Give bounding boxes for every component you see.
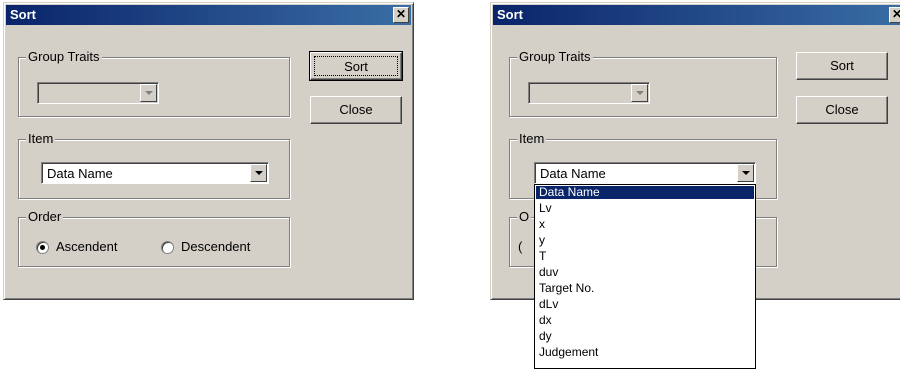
order-label: O bbox=[517, 209, 532, 225]
ascendent-radio[interactable] bbox=[36, 241, 49, 254]
item-groupbox: Item Data Name bbox=[18, 131, 290, 199]
title-bar[interactable]: Sort ✕ bbox=[6, 5, 411, 25]
group-traits-combo[interactable] bbox=[528, 82, 650, 104]
chevron-down-icon[interactable] bbox=[737, 164, 754, 182]
dropdown-option-target-no[interactable]: Target No. bbox=[536, 282, 754, 295]
item-label: Item bbox=[517, 131, 547, 147]
dropdown-option-dlv[interactable]: dLv bbox=[536, 298, 754, 311]
item-label: Item bbox=[26, 131, 56, 147]
dialog-title: Sort bbox=[497, 7, 523, 22]
descendent-radio[interactable] bbox=[161, 241, 174, 254]
sort-dialog: Sort ✕ Group Traits Item Data Name Order… bbox=[3, 2, 414, 300]
order-radio-partial[interactable]: ( bbox=[518, 239, 522, 254]
group-traits-label: Group Traits bbox=[26, 49, 102, 65]
chevron-down-icon[interactable] bbox=[631, 84, 648, 102]
dropdown-option-duv[interactable]: duv bbox=[536, 266, 754, 279]
group-traits-label: Group Traits bbox=[517, 49, 593, 65]
close-button[interactable]: Close bbox=[310, 96, 402, 124]
sort-button[interactable]: Sort bbox=[309, 51, 403, 81]
close-icon[interactable]: ✕ bbox=[393, 7, 409, 23]
order-label: Order bbox=[26, 209, 64, 225]
descendent-label[interactable]: Descendent bbox=[181, 239, 250, 254]
item-value: Data Name bbox=[47, 166, 113, 181]
order-groupbox: Order Ascendent Descendent bbox=[18, 209, 290, 267]
chevron-down-icon[interactable] bbox=[250, 164, 267, 182]
dropdown-option-x[interactable]: x bbox=[536, 218, 754, 231]
group-traits-groupbox: Group Traits bbox=[509, 49, 777, 117]
item-combo[interactable]: Data Name bbox=[41, 162, 269, 184]
dropdown-option-y[interactable]: y bbox=[536, 234, 754, 247]
sort-button[interactable]: Sort bbox=[796, 52, 888, 80]
dropdown-option-lv[interactable]: Lv bbox=[536, 202, 754, 215]
item-dropdown-list[interactable]: Data Name Lv x y T duv Target No. dLv dx… bbox=[534, 184, 756, 369]
title-bar[interactable]: Sort ✕ bbox=[493, 5, 900, 25]
dropdown-option-data-name[interactable]: Data Name bbox=[536, 186, 754, 199]
sort-button-label: Sort bbox=[314, 56, 398, 76]
dialog-title: Sort bbox=[10, 7, 36, 22]
dropdown-option-dx[interactable]: dx bbox=[536, 314, 754, 327]
dropdown-option-dy[interactable]: dy bbox=[536, 330, 754, 343]
close-icon[interactable]: ✕ bbox=[889, 7, 900, 23]
item-value: Data Name bbox=[540, 166, 606, 181]
dropdown-option-t[interactable]: T bbox=[536, 250, 754, 263]
dropdown-option-judgement[interactable]: Judgement bbox=[536, 346, 754, 359]
group-traits-combo[interactable] bbox=[37, 82, 159, 104]
ascendent-label[interactable]: Ascendent bbox=[56, 239, 117, 254]
chevron-down-icon[interactable] bbox=[140, 84, 157, 102]
item-combo[interactable]: Data Name bbox=[534, 162, 756, 184]
close-button[interactable]: Close bbox=[796, 96, 888, 124]
group-traits-groupbox: Group Traits bbox=[18, 49, 290, 117]
